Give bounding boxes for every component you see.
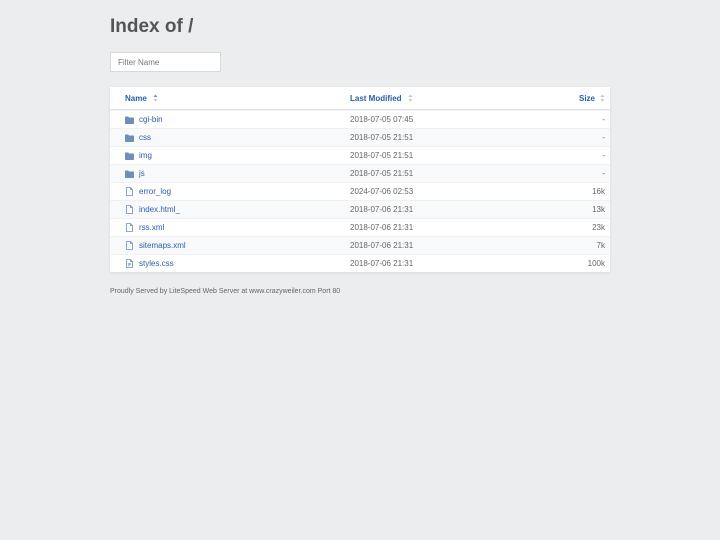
file-icon bbox=[125, 205, 134, 214]
size-cell: - bbox=[602, 111, 605, 128]
folder-icon bbox=[125, 115, 134, 124]
sort-by-size-link[interactable]: Size bbox=[579, 94, 595, 103]
file-icon bbox=[125, 241, 134, 250]
name-cell: cgi-bin bbox=[125, 111, 163, 128]
server-footer: Proudly Served by LiteSpeed Web Server a… bbox=[110, 288, 341, 295]
name-cell: styles.css bbox=[125, 255, 174, 272]
modified-date: 2024-07-06 02:53 bbox=[350, 187, 414, 196]
file-size: 23k bbox=[592, 223, 605, 232]
name-cell: img bbox=[125, 147, 152, 164]
name-cell: index.html_ bbox=[125, 201, 180, 218]
size-column-header: Size bbox=[579, 87, 605, 109]
folder-icon bbox=[125, 169, 134, 178]
name-cell: css bbox=[125, 129, 151, 146]
file-size: 100k bbox=[587, 259, 605, 268]
table-header-row: Name Last Modified Size bbox=[110, 87, 610, 110]
modified-date: 2018-07-06 21:31 bbox=[350, 223, 414, 232]
file-icon bbox=[125, 187, 134, 196]
size-cell: - bbox=[602, 129, 605, 146]
modified-date: 2018-07-06 21:31 bbox=[350, 259, 414, 268]
size-cell: 16k bbox=[592, 183, 605, 200]
file-link[interactable]: index.html_ bbox=[139, 205, 180, 214]
folder-icon bbox=[125, 151, 134, 160]
file-size: - bbox=[602, 133, 605, 142]
sort-icon[interactable] bbox=[408, 94, 413, 102]
file-size: 13k bbox=[592, 205, 605, 214]
name-cell: error_log bbox=[125, 183, 171, 200]
table-row: img 2018-07-05 21:51 - bbox=[110, 146, 610, 164]
modified-cell: 2018-07-05 21:51 bbox=[350, 165, 413, 182]
table-row: index.html_ 2018-07-06 21:31 13k bbox=[110, 200, 610, 218]
sort-icon[interactable] bbox=[600, 94, 605, 102]
file-link[interactable]: sitemaps.xml bbox=[139, 241, 186, 250]
modified-column-header: Last Modified bbox=[350, 87, 413, 109]
page-title: Index of / bbox=[110, 16, 194, 37]
modified-cell: 2018-07-05 21:51 bbox=[350, 147, 413, 164]
file-size: - bbox=[602, 115, 605, 124]
file-link[interactable]: js bbox=[139, 169, 145, 178]
size-cell: - bbox=[602, 165, 605, 182]
filter-name-input[interactable] bbox=[110, 52, 221, 72]
modified-date: 2018-07-05 21:51 bbox=[350, 151, 414, 160]
file-link[interactable]: cgi-bin bbox=[139, 115, 163, 124]
file-size: 7k bbox=[596, 241, 605, 250]
name-cell: rss.xml bbox=[125, 219, 164, 236]
modified-date: 2018-07-06 21:31 bbox=[350, 205, 414, 214]
file-link[interactable]: styles.css bbox=[139, 259, 174, 268]
table-row: js 2018-07-05 21:51 - bbox=[110, 164, 610, 182]
modified-date: 2018-07-06 21:31 bbox=[350, 241, 414, 250]
name-column-header: Name bbox=[125, 87, 158, 109]
table-body: cgi-bin 2018-07-05 07:45 - css 2018-07-05 21… bbox=[110, 110, 610, 272]
sort-by-name-link[interactable]: Name bbox=[125, 94, 147, 103]
table-row: css 2018-07-05 21:51 - bbox=[110, 128, 610, 146]
file-icon bbox=[125, 223, 134, 232]
file-link[interactable]: css bbox=[139, 133, 151, 142]
file-text-icon bbox=[125, 259, 134, 268]
file-link[interactable]: rss.xml bbox=[139, 223, 164, 232]
modified-date: 2018-07-05 07:45 bbox=[350, 115, 414, 124]
file-link[interactable]: img bbox=[139, 151, 152, 160]
file-link[interactable]: error_log bbox=[139, 187, 171, 196]
modified-cell: 2018-07-05 07:45 bbox=[350, 111, 413, 128]
sort-by-modified-link[interactable]: Last Modified bbox=[350, 94, 402, 103]
table-row: styles.css 2018-07-06 21:31 100k bbox=[110, 254, 610, 272]
size-cell: 23k bbox=[592, 219, 605, 236]
modified-cell: 2018-07-05 21:51 bbox=[350, 129, 413, 146]
table-row: error_log 2024-07-06 02:53 16k bbox=[110, 182, 610, 200]
name-cell: js bbox=[125, 165, 145, 182]
table-row: sitemaps.xml 2018-07-06 21:31 7k bbox=[110, 236, 610, 254]
file-size: - bbox=[602, 151, 605, 160]
table-row: rss.xml 2018-07-06 21:31 23k bbox=[110, 218, 610, 236]
file-size: 16k bbox=[592, 187, 605, 196]
sort-icon[interactable] bbox=[153, 94, 158, 102]
modified-cell: 2018-07-06 21:31 bbox=[350, 201, 413, 218]
modified-cell: 2024-07-06 02:53 bbox=[350, 183, 413, 200]
table-row: cgi-bin 2018-07-05 07:45 - bbox=[110, 110, 610, 128]
file-size: - bbox=[602, 169, 605, 178]
modified-date: 2018-07-05 21:51 bbox=[350, 169, 414, 178]
modified-cell: 2018-07-06 21:31 bbox=[350, 237, 413, 254]
file-listing-table: Name Last Modified Size cgi-bin 2018-07-… bbox=[110, 87, 610, 272]
name-cell: sitemaps.xml bbox=[125, 237, 186, 254]
size-cell: - bbox=[602, 147, 605, 164]
modified-cell: 2018-07-06 21:31 bbox=[350, 255, 413, 272]
size-cell: 13k bbox=[592, 201, 605, 218]
size-cell: 100k bbox=[588, 255, 605, 272]
size-cell: 7k bbox=[597, 237, 605, 254]
modified-date: 2018-07-05 21:51 bbox=[350, 133, 414, 142]
modified-cell: 2018-07-06 21:31 bbox=[350, 219, 413, 236]
folder-icon bbox=[125, 133, 134, 142]
